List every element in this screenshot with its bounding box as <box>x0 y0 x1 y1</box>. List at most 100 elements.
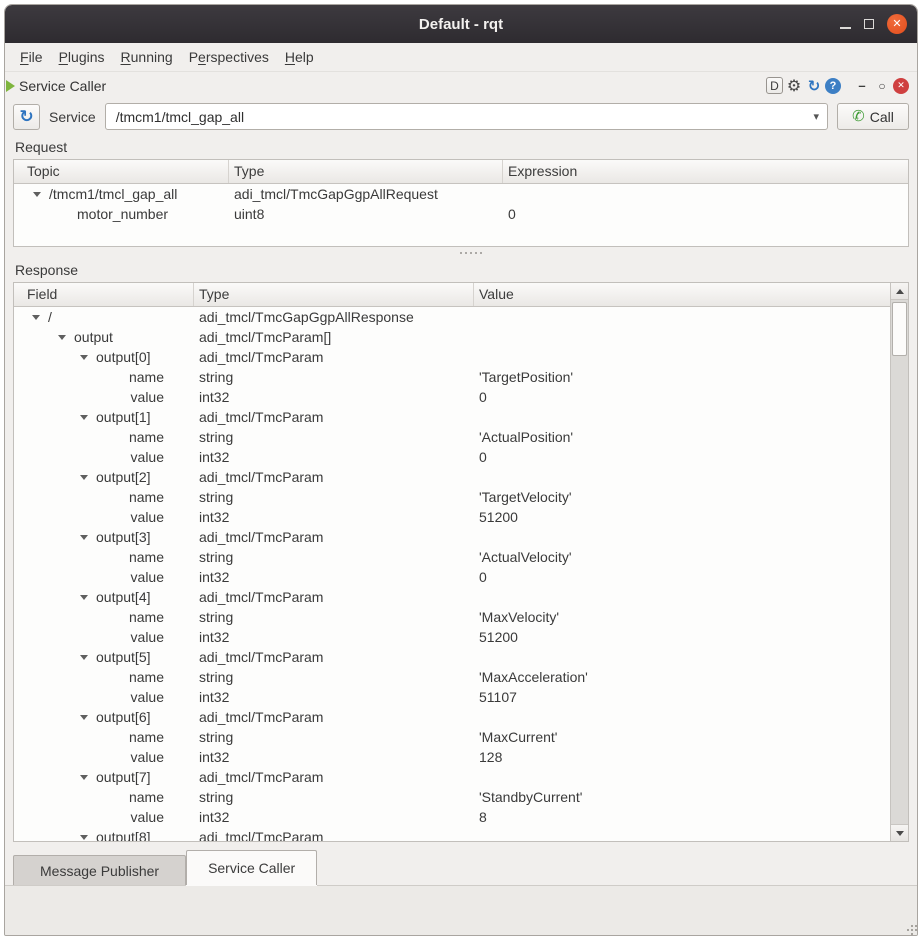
table-row[interactable]: output[1]adi_tmcl/TmcParam <box>14 407 890 427</box>
splitter-handle[interactable] <box>5 247 917 259</box>
scrollbar-thumb[interactable] <box>892 302 907 356</box>
service-combobox[interactable]: /tmcm1/tmcl_gap_all ▾ <box>105 103 828 130</box>
field-type: string <box>194 667 474 687</box>
help-icon[interactable]: ? <box>825 78 841 94</box>
column-header-value[interactable]: Value <box>474 283 890 306</box>
table-row[interactable]: namestring'MaxAcceleration' <box>14 667 890 687</box>
expand-arrow-icon[interactable] <box>80 715 88 720</box>
field-name: / <box>48 307 52 327</box>
dock-button[interactable]: D <box>766 77 783 94</box>
window-maximize-icon[interactable] <box>864 19 874 29</box>
table-row[interactable]: namestring'MaxCurrent' <box>14 727 890 747</box>
table-row[interactable]: namestring'ActualPosition' <box>14 427 890 447</box>
column-header-topic[interactable]: Topic <box>14 160 229 183</box>
field-name: name <box>118 547 164 567</box>
table-row[interactable]: output[4]adi_tmcl/TmcParam <box>14 587 890 607</box>
field-name: name <box>118 667 164 687</box>
table-row[interactable]: valueint3251107 <box>14 687 890 707</box>
table-row[interactable]: output[3]adi_tmcl/TmcParam <box>14 527 890 547</box>
expand-arrow-icon[interactable] <box>80 355 88 360</box>
menu-help[interactable]: Help <box>277 46 322 68</box>
table-row[interactable]: /adi_tmcl/TmcGapGgpAllResponse <box>14 307 890 327</box>
window-close-icon[interactable]: ✕ <box>887 14 907 34</box>
reload-plugin-icon[interactable]: ↻ <box>805 77 823 95</box>
refresh-services-button[interactable]: ↻ <box>13 104 40 130</box>
table-row[interactable]: valueint320 <box>14 567 890 587</box>
field-name: name <box>118 607 164 627</box>
request-table-header[interactable]: Topic Type Expression <box>14 160 908 184</box>
table-row[interactable]: valueint3251200 <box>14 627 890 647</box>
table-row[interactable]: outputadi_tmcl/TmcParam[] <box>14 327 890 347</box>
table-row[interactable]: output[7]adi_tmcl/TmcParam <box>14 767 890 787</box>
table-row[interactable]: valueint32128 <box>14 747 890 767</box>
scroll-down-button[interactable] <box>891 824 908 841</box>
expand-arrow-icon[interactable] <box>80 655 88 660</box>
expand-arrow-icon[interactable] <box>58 335 66 340</box>
vertical-scrollbar[interactable] <box>890 283 908 841</box>
resize-grip[interactable] <box>911 929 913 931</box>
tab-message-publisher[interactable]: Message Publisher <box>13 855 186 885</box>
menu-perspectives[interactable]: Perspectives <box>181 46 277 68</box>
field-type: string <box>194 427 474 447</box>
table-row[interactable]: namestring'StandbyCurrent' <box>14 787 890 807</box>
table-row[interactable]: output[5]adi_tmcl/TmcParam <box>14 647 890 667</box>
call-button[interactable]: ✆ Call <box>837 103 909 130</box>
table-row[interactable]: output[6]adi_tmcl/TmcParam <box>14 707 890 727</box>
field-value: 128 <box>474 747 890 767</box>
menu-file[interactable]: File <box>12 46 51 68</box>
table-row[interactable]: output[8]adi_tmcl/TmcParam <box>14 827 890 841</box>
expand-arrow-icon[interactable] <box>80 835 88 840</box>
request-section-label: Request <box>5 136 917 159</box>
menu-plugins[interactable]: Plugins <box>51 46 113 68</box>
response-table-header[interactable]: Field Type Value <box>14 283 890 307</box>
field-type: adi_tmcl/TmcParam <box>194 707 474 727</box>
field-type: adi_tmcl/TmcParam <box>194 767 474 787</box>
service-combobox-value: /tmcm1/tmcl_gap_all <box>116 109 244 125</box>
table-row[interactable]: valueint328 <box>14 807 890 827</box>
table-row[interactable]: namestring'TargetPosition' <box>14 367 890 387</box>
table-row[interactable]: valueint320 <box>14 447 890 467</box>
field-type: int32 <box>194 387 474 407</box>
tab-service-caller[interactable]: Service Caller <box>186 850 317 885</box>
field-type: uint8 <box>229 204 503 224</box>
scroll-up-button[interactable] <box>891 283 908 300</box>
window-minimize-icon[interactable] <box>840 27 851 29</box>
plugin-undock-icon[interactable]: ○ <box>873 77 891 95</box>
expand-arrow-icon[interactable] <box>32 315 40 320</box>
field-name: name <box>118 727 164 747</box>
field-value <box>474 347 890 367</box>
table-row[interactable]: valueint3251200 <box>14 507 890 527</box>
column-header-field[interactable]: Field <box>14 283 194 306</box>
column-header-expression[interactable]: Expression <box>503 160 908 183</box>
expand-arrow-icon[interactable] <box>80 775 88 780</box>
expand-arrow-icon[interactable] <box>80 595 88 600</box>
response-table-body: /adi_tmcl/TmcGapGgpAllResponseoutputadi_… <box>14 307 890 841</box>
menu-running[interactable]: Running <box>113 46 181 68</box>
field-type: int32 <box>194 687 474 707</box>
plugin-minimize-icon[interactable]: – <box>853 77 871 95</box>
column-header-type[interactable]: Type <box>194 283 474 306</box>
expand-arrow-icon[interactable] <box>80 475 88 480</box>
plugin-close-icon[interactable]: ✕ <box>893 78 909 94</box>
table-row[interactable]: valueint320 <box>14 387 890 407</box>
table-row[interactable]: /tmcm1/tmcl_gap_alladi_tmcl/TmcGapGgpAll… <box>14 184 908 204</box>
table-row[interactable]: output[2]adi_tmcl/TmcParam <box>14 467 890 487</box>
field-type: string <box>194 367 474 387</box>
table-row[interactable]: output[0] adi_tmcl/TmcParam <box>14 347 890 367</box>
field-type: adi_tmcl/TmcParam <box>194 347 474 367</box>
field-value: 'MaxVelocity' <box>474 607 890 627</box>
column-header-type[interactable]: Type <box>229 160 503 183</box>
chevron-down-icon[interactable]: ▾ <box>813 110 819 123</box>
field-name: output[0] <box>96 347 151 367</box>
expand-arrow-icon[interactable] <box>33 192 41 197</box>
table-row[interactable]: motor_numberuint80 <box>14 204 908 224</box>
expand-arrow-icon[interactable] <box>80 535 88 540</box>
table-row[interactable]: namestring'ActualVelocity' <box>14 547 890 567</box>
titlebar[interactable]: Default - rqt ✕ <box>5 5 917 43</box>
expand-arrow-icon[interactable] <box>80 415 88 420</box>
gear-icon[interactable]: ⚙ <box>785 77 803 95</box>
table-row[interactable]: namestring'TargetVelocity' <box>14 487 890 507</box>
field-value <box>474 327 890 347</box>
table-row[interactable]: namestring'MaxVelocity' <box>14 607 890 627</box>
field-name: name <box>118 787 164 807</box>
